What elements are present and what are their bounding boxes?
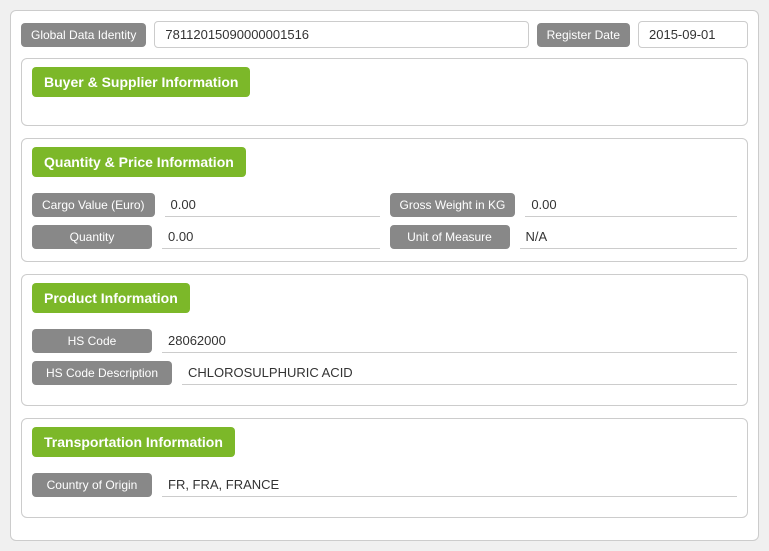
buyer-supplier-header: Buyer & Supplier Information — [32, 67, 250, 97]
quantity-price-row1: Cargo Value (Euro) 0.00 Gross Weight in … — [32, 193, 737, 217]
register-date-label: Register Date — [537, 23, 630, 47]
quantity-label: Quantity — [32, 225, 152, 249]
quantity-price-row2: Quantity 0.00 Unit of Measure N/A — [32, 225, 737, 249]
cargo-value-label: Cargo Value (Euro) — [32, 193, 155, 217]
hs-code-desc-row: HS Code Description CHLOROSULPHURIC ACID — [32, 361, 737, 385]
buyer-supplier-section: Buyer & Supplier Information — [21, 58, 748, 126]
product-body: HS Code 28062000 HS Code Description CHL… — [22, 321, 747, 405]
product-section: Product Information HS Code 28062000 HS … — [21, 274, 748, 406]
cargo-value-value: 0.00 — [165, 193, 380, 217]
unit-of-measure-col: Unit of Measure N/A — [390, 225, 738, 249]
transportation-header: Transportation Information — [32, 427, 235, 457]
global-data-row: Global Data Identity 7811201509000000151… — [21, 21, 748, 48]
gross-weight-label: Gross Weight in KG — [390, 193, 516, 217]
cargo-value-col: Cargo Value (Euro) 0.00 — [32, 193, 380, 217]
hs-code-row: HS Code 28062000 — [32, 329, 737, 353]
hs-code-desc-value: CHLOROSULPHURIC ACID — [182, 361, 737, 385]
unit-of-measure-value: N/A — [520, 225, 738, 249]
main-container: Global Data Identity 7811201509000000151… — [10, 10, 759, 541]
product-header: Product Information — [32, 283, 190, 313]
quantity-col: Quantity 0.00 — [32, 225, 380, 249]
gross-weight-value: 0.00 — [525, 193, 737, 217]
unit-of-measure-label: Unit of Measure — [390, 225, 510, 249]
hs-code-value: 28062000 — [162, 329, 737, 353]
transportation-body: Country of Origin FR, FRA, FRANCE — [22, 465, 747, 517]
gross-weight-col: Gross Weight in KG 0.00 — [390, 193, 738, 217]
quantity-value: 0.00 — [162, 225, 380, 249]
gdi-value: 78112015090000001516 — [154, 21, 528, 48]
hs-code-label: HS Code — [32, 329, 152, 353]
hs-code-desc-label: HS Code Description — [32, 361, 172, 385]
country-of-origin-row: Country of Origin FR, FRA, FRANCE — [32, 473, 737, 497]
quantity-price-section: Quantity & Price Information Cargo Value… — [21, 138, 748, 262]
buyer-supplier-body — [22, 105, 747, 125]
transportation-section: Transportation Information Country of Or… — [21, 418, 748, 518]
gdi-label: Global Data Identity — [21, 23, 146, 47]
country-of-origin-value: FR, FRA, FRANCE — [162, 473, 737, 497]
quantity-price-body: Cargo Value (Euro) 0.00 Gross Weight in … — [22, 185, 747, 261]
country-of-origin-label: Country of Origin — [32, 473, 152, 497]
register-date-value: 2015-09-01 — [638, 21, 748, 48]
quantity-price-header: Quantity & Price Information — [32, 147, 246, 177]
